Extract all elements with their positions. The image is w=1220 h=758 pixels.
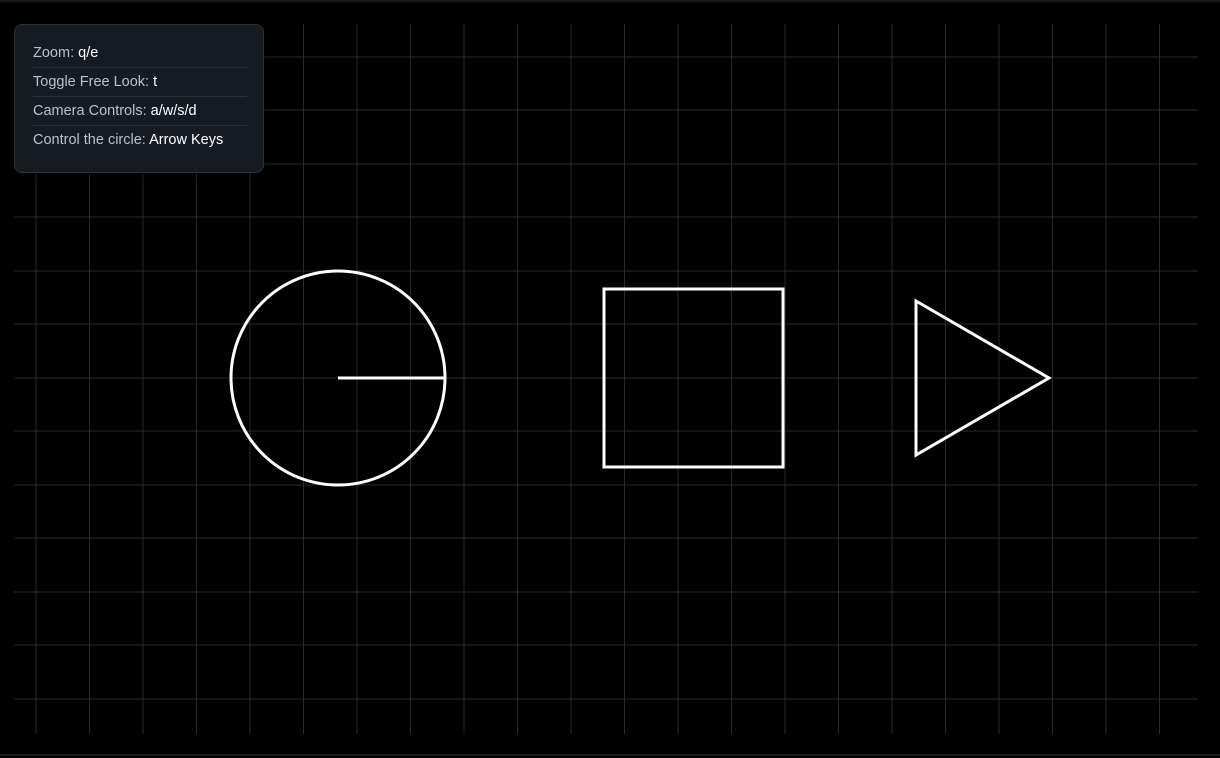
help-label: Camera Controls:: [33, 103, 147, 119]
help-key: t: [153, 74, 158, 90]
help-key: a/w/s/d: [150, 103, 197, 119]
help-key: q/e: [78, 45, 99, 61]
help-label: Toggle Free Look:: [33, 74, 150, 90]
help-key: Arrow Keys: [149, 132, 224, 148]
help-label: Control the circle:: [33, 132, 146, 148]
game-viewport[interactable]: Zoom: q/e Toggle Free Look: t Camera Con…: [0, 0, 1220, 756]
controls-help-panel: Zoom: q/e Toggle Free Look: t Camera Con…: [14, 24, 264, 173]
help-row-circle: Control the circle: Arrow Keys: [33, 120, 247, 154]
help-label: Zoom:: [33, 45, 75, 61]
